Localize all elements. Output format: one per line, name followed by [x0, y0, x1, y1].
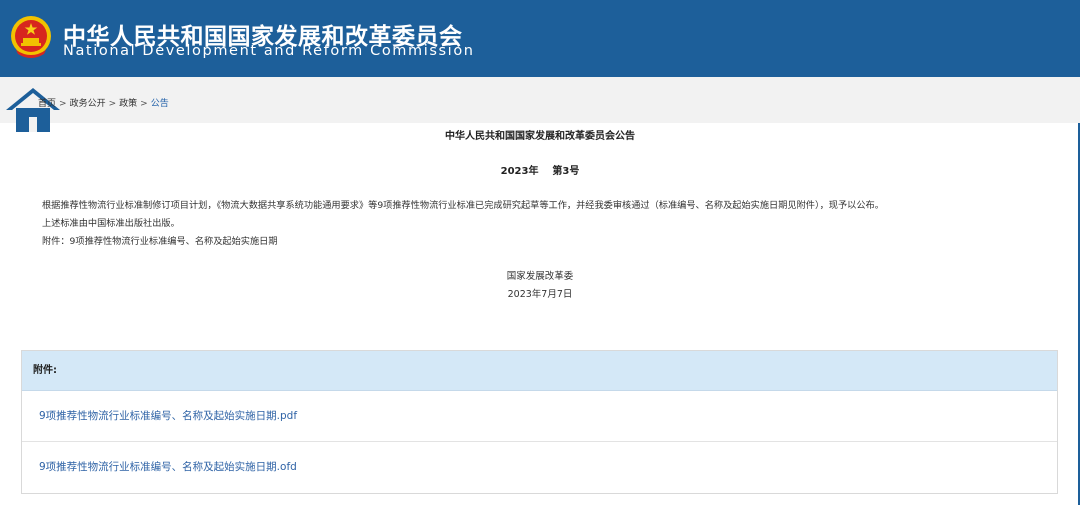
attachments-panel: 附件: 9项推荐性物流行业标准编号、名称及起始实施日期.pdf 9项推荐性物流行… — [21, 350, 1058, 494]
document-title: 中华人民共和国国家发展和改革委员会公告 — [445, 131, 635, 142]
home-icon[interactable] — [4, 86, 62, 132]
breadcrumb-separator: > — [108, 99, 117, 109]
breadcrumb-separator: > — [59, 99, 67, 109]
attachment-link-ofd[interactable]: 9项推荐性物流行业标准编号、名称及起始实施日期.ofd — [22, 442, 1057, 492]
site-title-en[interactable]: National Development and Reform Commissi… — [63, 43, 475, 59]
attachments-heading: 附件: — [22, 351, 1057, 391]
breadcrumb-policy[interactable]: 政策 — [119, 99, 137, 109]
attachment-link-pdf[interactable]: 9项推荐性物流行业标准编号、名称及起始实施日期.pdf — [22, 391, 1057, 442]
document-signature: 国家发展改革委 — [506, 271, 574, 282]
document-paragraph: 根据推荐性物流行业标准制修订项目计划，《物流大数据共享系统功能通用要求》等9项推… — [42, 200, 884, 211]
national-emblem-icon[interactable] — [10, 14, 52, 60]
breadcrumb-separator: > — [140, 99, 148, 109]
document-paragraph: 上述标准由中国标准出版社出版。 — [42, 218, 180, 229]
document-date: 2023年7月7日 — [507, 289, 573, 300]
document-paragraph: 附件：9项推荐性物流行业标准编号、名称及起始实施日期 — [42, 236, 278, 247]
breadcrumb-announcement[interactable]: 公告 — [151, 99, 169, 109]
breadcrumb: 首页 > 政务公开 > 政策 > 公告 — [38, 96, 169, 109]
breadcrumb-home[interactable]: 首页 — [38, 99, 56, 109]
site-header: 中华人民共和国国家发展和改革委员会 National Development a… — [0, 0, 1080, 77]
document-number: 2023年 第3号 — [500, 166, 580, 177]
breadcrumb-public-affairs[interactable]: 政务公开 — [70, 99, 106, 109]
